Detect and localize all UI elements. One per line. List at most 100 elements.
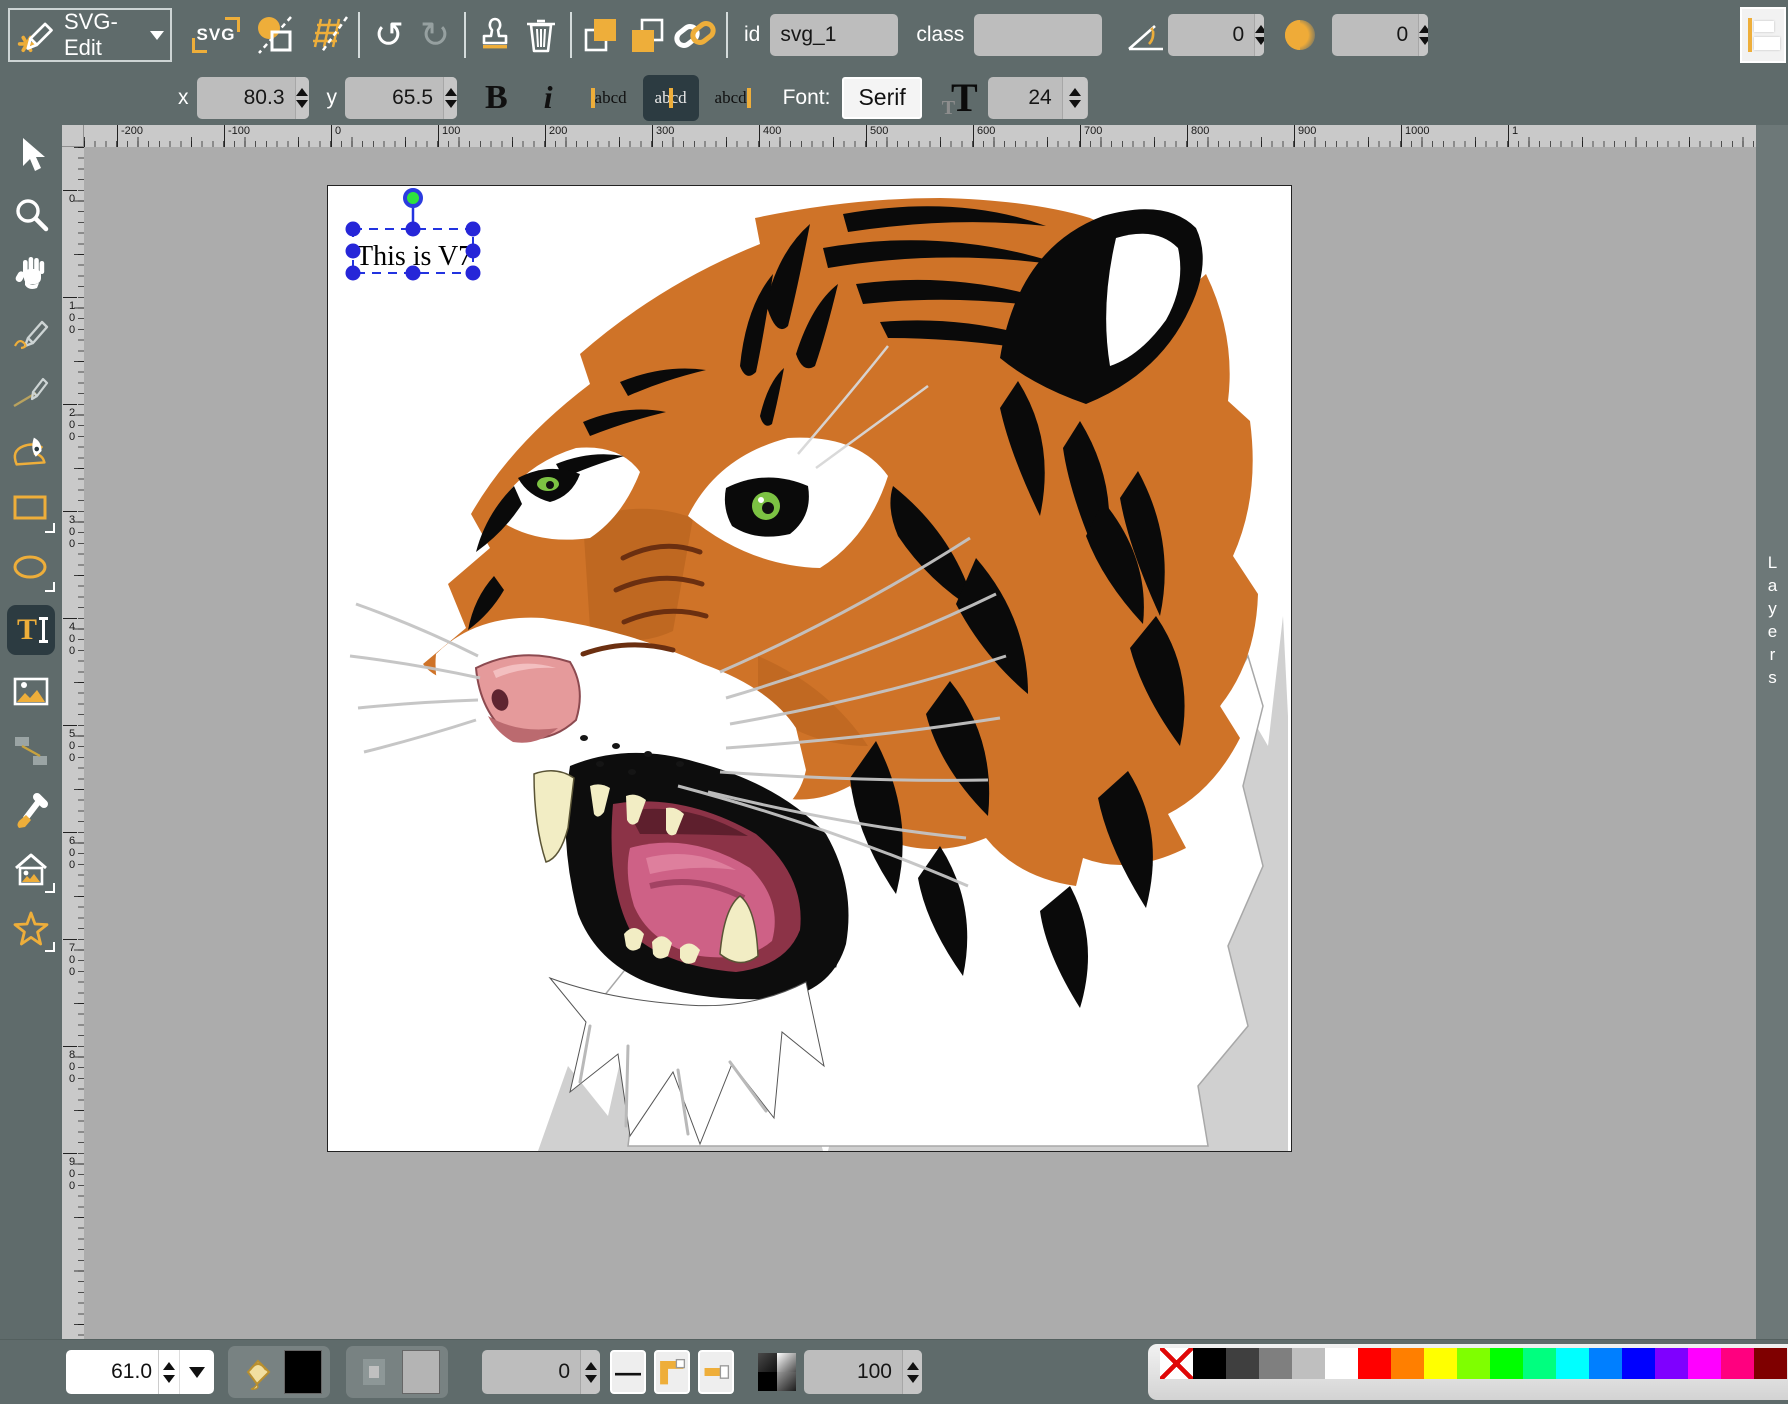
- opacity-spinner[interactable]: [902, 1350, 922, 1394]
- palette-swatch[interactable]: [1556, 1348, 1589, 1379]
- palette-swatch[interactable]: [1259, 1348, 1292, 1379]
- zoom-dropdown-button[interactable]: [179, 1350, 214, 1394]
- palette-swatch[interactable]: [1721, 1348, 1754, 1379]
- move-to-top-button[interactable]: [578, 9, 624, 61]
- palette-swatch[interactable]: [1457, 1348, 1490, 1379]
- select-tool-button[interactable]: [9, 133, 53, 177]
- y-spinner[interactable]: [443, 77, 457, 119]
- rotate-handle[interactable]: [405, 190, 421, 206]
- canvas-scroll-area[interactable]: This is V7: [84, 147, 1756, 1340]
- tools-panel: T: [0, 125, 62, 1340]
- text-context-toolbar: x y B i abcd abcd abcd Font: Serif T T: [0, 70, 1788, 125]
- palette-swatch[interactable]: [1193, 1348, 1226, 1379]
- move-to-bottom-button[interactable]: [624, 9, 670, 61]
- palette-swatch[interactable]: [1391, 1348, 1424, 1379]
- palette-swatch[interactable]: [1292, 1348, 1325, 1379]
- vertical-ruler: 0 100 200 300 400 500 600 700 800 900: [62, 147, 84, 1340]
- align-button[interactable]: [1740, 7, 1786, 63]
- line-tool-button[interactable]: [9, 369, 53, 413]
- stroke-width-input[interactable]: [482, 1350, 580, 1394]
- text-tool-button[interactable]: T: [7, 605, 55, 655]
- ruler-tick-label: 400: [63, 618, 77, 657]
- font-size-spinner[interactable]: [1062, 77, 1087, 119]
- zoom-input[interactable]: [66, 1350, 158, 1394]
- clone-button[interactable]: [472, 9, 518, 61]
- stroke-color-swatch[interactable]: [402, 1350, 440, 1394]
- zoom-spinner[interactable]: [158, 1350, 179, 1394]
- palette-swatch-none[interactable]: [1160, 1348, 1193, 1379]
- shape-library-button[interactable]: [9, 847, 53, 891]
- element-id-input[interactable]: [770, 14, 868, 56]
- palette-swatch[interactable]: [1589, 1348, 1622, 1379]
- pencil-icon: [9, 310, 53, 354]
- delete-button[interactable]: [518, 9, 564, 61]
- x-spinner[interactable]: [295, 77, 309, 119]
- ruler-tick-label: 900: [63, 1153, 77, 1192]
- palette-swatch[interactable]: [1490, 1348, 1523, 1379]
- star-tool-button[interactable]: [9, 906, 53, 950]
- fill-color-swatch[interactable]: [284, 1350, 322, 1394]
- ruler-tick-label: 1000: [1401, 125, 1429, 147]
- eyedropper-tool-button[interactable]: [9, 788, 53, 832]
- palette-swatch[interactable]: [1226, 1348, 1259, 1379]
- ruler-tick-label: 800: [63, 1046, 77, 1085]
- palette-swatch[interactable]: [1688, 1348, 1721, 1379]
- path-tool-button[interactable]: [9, 428, 53, 472]
- ellipse-tool-button[interactable]: [9, 546, 53, 590]
- blur-input[interactable]: [1332, 14, 1418, 56]
- main-menu-button[interactable]: SVG-Edit: [8, 8, 172, 62]
- stroke-linejoin-button[interactable]: [654, 1350, 690, 1394]
- ruler-tick-label: -100: [224, 125, 250, 147]
- palette-swatch[interactable]: [1424, 1348, 1457, 1379]
- editor-preferences-button[interactable]: [306, 9, 352, 61]
- font-size-input[interactable]: [988, 77, 1062, 119]
- text-anchor-start-button[interactable]: abcd: [581, 75, 637, 121]
- undo-button[interactable]: ↺: [366, 9, 412, 61]
- redo-button[interactable]: ↻: [412, 9, 458, 61]
- image-icon: [9, 672, 53, 712]
- angle-input[interactable]: [1168, 14, 1254, 56]
- palette-swatch[interactable]: [1655, 1348, 1688, 1379]
- text-anchor-middle-button[interactable]: abcd: [643, 75, 699, 121]
- svg-canvas[interactable]: This is V7: [327, 185, 1292, 1152]
- italic-button[interactable]: i: [544, 79, 553, 116]
- x-coordinate-input[interactable]: [197, 77, 295, 119]
- ruler-tick-label: 100: [438, 125, 460, 147]
- make-link-button[interactable]: [670, 9, 720, 61]
- font-family-button[interactable]: Serif: [842, 77, 921, 119]
- text-anchor-end-button[interactable]: abcd: [705, 75, 761, 121]
- document-properties-button[interactable]: [252, 9, 298, 61]
- bold-button[interactable]: B: [485, 79, 508, 117]
- angle-spinner[interactable]: [1254, 14, 1264, 56]
- palette-swatch[interactable]: [1523, 1348, 1556, 1379]
- link-icon: [670, 13, 720, 57]
- stroke-width-spinner[interactable]: [580, 1350, 600, 1394]
- text-cursor-icon: [42, 617, 45, 643]
- magnifier-icon: [11, 194, 51, 234]
- opacity-input[interactable]: [804, 1350, 902, 1394]
- source-editor-button[interactable]: SVG: [190, 9, 242, 61]
- image-tool-button[interactable]: [9, 670, 53, 714]
- y-coordinate-input[interactable]: [345, 77, 443, 119]
- pan-tool-button[interactable]: [9, 251, 53, 295]
- stroke-linecap-button[interactable]: [698, 1350, 734, 1394]
- element-class-input[interactable]: [974, 14, 1072, 56]
- palette-swatch[interactable]: [1622, 1348, 1655, 1379]
- palette-swatch[interactable]: [1325, 1348, 1358, 1379]
- layers-panel-toggle[interactable]: Layers: [1756, 125, 1788, 1340]
- rect-tool-button[interactable]: [9, 487, 53, 531]
- grid-preferences-icon: [307, 13, 351, 57]
- menu-chevron-down-icon: [150, 31, 164, 47]
- ruler-tick-label: -200: [117, 125, 143, 147]
- logo-icon: [16, 13, 56, 58]
- id-label: id: [744, 23, 760, 47]
- zoom-tool-button[interactable]: [9, 192, 53, 236]
- blur-spinner[interactable]: [1418, 14, 1428, 56]
- ruler-tick-label: 200: [545, 125, 567, 147]
- pencil-tool-button[interactable]: [9, 310, 53, 354]
- stroke-dash-button[interactable]: —: [610, 1350, 646, 1394]
- hand-icon: [11, 253, 51, 293]
- connector-tool-button[interactable]: [9, 729, 53, 773]
- palette-swatch[interactable]: [1754, 1348, 1787, 1379]
- palette-swatch[interactable]: [1358, 1348, 1391, 1379]
